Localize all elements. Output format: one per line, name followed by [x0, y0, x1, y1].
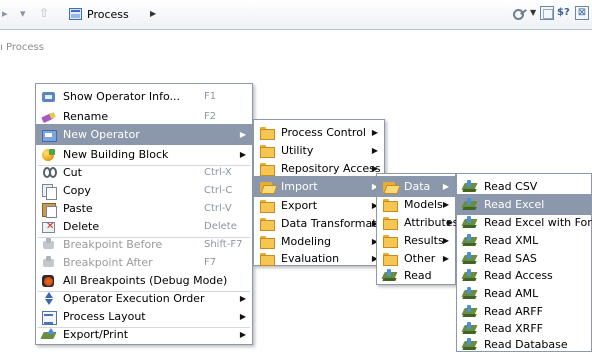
- folder-icon: [259, 199, 275, 213]
- building-block-icon: [41, 148, 57, 162]
- read-operator-icon: [462, 197, 478, 212]
- context-menu: Show Operator Info... F1 Rename F2 New O…: [35, 83, 253, 345]
- read-operator-icon: [462, 304, 478, 319]
- folder-icon: [259, 126, 275, 140]
- submenu-item-evaluation[interactable]: Evaluation ▶: [254, 248, 384, 269]
- folder-icon: [259, 252, 275, 266]
- read-operator-icon: [462, 215, 478, 230]
- all-breakpoints-icon: [41, 274, 57, 288]
- submenu-arrow-icon: ▶: [442, 182, 449, 191]
- submenu-arrow-icon: ▶: [442, 254, 449, 263]
- folder-icon: [382, 252, 398, 266]
- read-operator-icon: [462, 179, 478, 194]
- dropdown-icon[interactable]: ▼: [530, 8, 536, 17]
- delete-icon: [41, 220, 57, 234]
- submenu-arrow-icon: ▶: [442, 236, 449, 245]
- submenu-arrow-icon: ▶: [446, 218, 453, 227]
- operator-read-database[interactable]: Read Database: [457, 334, 591, 352]
- close-icon[interactable]: ⊠: [575, 6, 589, 20]
- submenu-arrow-icon: ▶: [239, 150, 246, 159]
- read-icon: [382, 268, 398, 283]
- menu-item-new-operator[interactable]: New Operator ▶: [36, 124, 252, 145]
- up-arrow-icon[interactable]: ⇧: [39, 6, 49, 20]
- info-icon: [41, 90, 57, 104]
- folder-icon: [259, 144, 275, 158]
- submenu-item-import[interactable]: Import ▶: [254, 176, 384, 197]
- submenu-arrow-icon: ▶: [371, 164, 378, 173]
- cut-icon: [41, 166, 57, 180]
- copy-icon: [41, 183, 57, 200]
- folder-icon: [259, 235, 275, 249]
- submenu-arrow-icon: ▶: [239, 312, 246, 321]
- folder-icon: [382, 198, 398, 212]
- panel-title: ı Process: [0, 42, 44, 53]
- new-operator-submenu: Process Control ▶ Utility ▶ Repository A…: [253, 119, 393, 269]
- read-operator-icon: [462, 268, 478, 283]
- folder-icon: [382, 234, 398, 248]
- folder-icon: [382, 216, 398, 230]
- submenu-arrow-icon: ▶: [442, 200, 449, 209]
- menu-item-show-operator-info[interactable]: Show Operator Info... F1: [36, 86, 252, 107]
- folder-open-icon: [259, 180, 275, 194]
- rename-icon: [41, 110, 57, 124]
- chevron-right-icon[interactable]: ▶: [150, 9, 156, 18]
- new-operator-icon: [41, 128, 57, 142]
- paste-icon: [41, 202, 57, 218]
- submenu-item-read[interactable]: Read: [377, 265, 455, 286]
- data-submenu: Read CSV Read Excel Read Excel with Form…: [456, 173, 592, 352]
- execution-order-icon: [41, 291, 57, 306]
- dropdown-icon[interactable]: ▾: [20, 7, 26, 20]
- export-icon: [41, 327, 57, 342]
- folder-open-icon: [382, 180, 398, 194]
- process-toolbar: ▸ ▾ ⇧ Process ▶ ▼ $? ⊠: [0, 0, 592, 30]
- folder-icon: [259, 217, 275, 231]
- menu-item-export-print[interactable]: Export/Print ▶: [36, 324, 252, 345]
- read-operator-icon: [462, 337, 478, 352]
- read-operator-icon: [462, 286, 478, 301]
- breakpoint-icon: [41, 255, 57, 270]
- process-icon[interactable]: [69, 8, 82, 20]
- folder-icon: [259, 162, 275, 176]
- key-icon[interactable]: [513, 6, 527, 20]
- breadcrumb-process[interactable]: Process: [87, 8, 129, 21]
- read-operator-icon: [462, 233, 478, 248]
- submenu-arrow-icon: ▶: [371, 128, 378, 137]
- back-arrow-icon[interactable]: ▸: [2, 7, 8, 20]
- frame-icon[interactable]: [540, 6, 554, 20]
- layout-icon: [41, 310, 57, 325]
- submenu-arrow-icon: ▶: [239, 130, 246, 139]
- breakpoint-icon: [41, 237, 57, 252]
- import-submenu: Data ▶ Models ▶ Attributes ▶ Results ▶ O…: [376, 173, 458, 286]
- submenu-arrow-icon: ▶: [239, 330, 246, 339]
- submenu-arrow-icon: ▶: [371, 146, 378, 155]
- read-operator-icon: [462, 251, 478, 266]
- help-icon[interactable]: $?: [557, 6, 571, 20]
- submenu-arrow-icon: ▶: [239, 294, 246, 303]
